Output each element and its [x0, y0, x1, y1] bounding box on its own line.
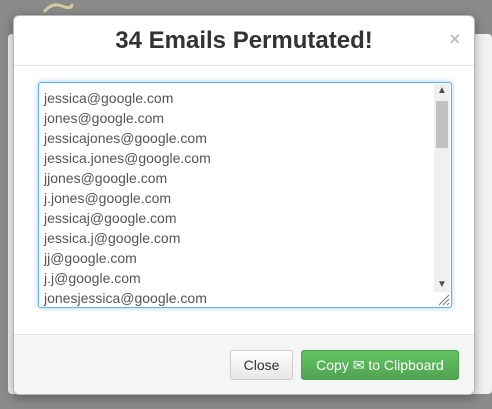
vertical-scrollbar[interactable]: ▲ ▼ [434, 84, 450, 292]
email-line: j.jones@google.com [44, 190, 172, 206]
email-line: j.j@google.com [44, 270, 141, 286]
email-line: jessica@google.com [44, 90, 174, 106]
copy-to-clipboard-button[interactable]: Copy ✉ to Clipboard [301, 350, 459, 380]
scroll-thumb[interactable] [436, 101, 448, 148]
email-line: jones@google.com [44, 110, 165, 126]
modal-footer: Close Copy ✉ to Clipboard [14, 334, 474, 394]
close-icon[interactable]: × [449, 29, 460, 49]
logo-fragment [42, 0, 74, 16]
resize-grip-icon[interactable] [436, 292, 450, 306]
email-line: jessicajones@google.com [44, 130, 207, 146]
permutation-modal: 34 Emails Permutated! × jessica@google.c… [13, 15, 475, 395]
email-line: jj@google.com [44, 250, 137, 266]
email-line: jessicaj@google.com [44, 210, 177, 226]
close-button[interactable]: Close [230, 350, 293, 380]
email-line: jonesjessica@google.com [44, 290, 207, 306]
email-line: jjones@google.com [44, 170, 168, 186]
scroll-up-arrow-icon[interactable]: ▲ [434, 84, 450, 98]
email-line: jessica.jones@google.com [44, 150, 211, 166]
email-list: jessica@google.com jones@google.com jess… [44, 88, 432, 307]
scroll-down-arrow-icon[interactable]: ▼ [434, 278, 450, 292]
modal-header: 34 Emails Permutated! × [14, 16, 474, 66]
emails-textarea[interactable]: jessica@google.com jones@google.com jess… [38, 82, 452, 308]
email-line: jessica.j@google.com [44, 230, 181, 246]
modal-body: jessica@google.com jones@google.com jess… [14, 66, 474, 334]
modal-title: 34 Emails Permutated! [115, 27, 373, 54]
